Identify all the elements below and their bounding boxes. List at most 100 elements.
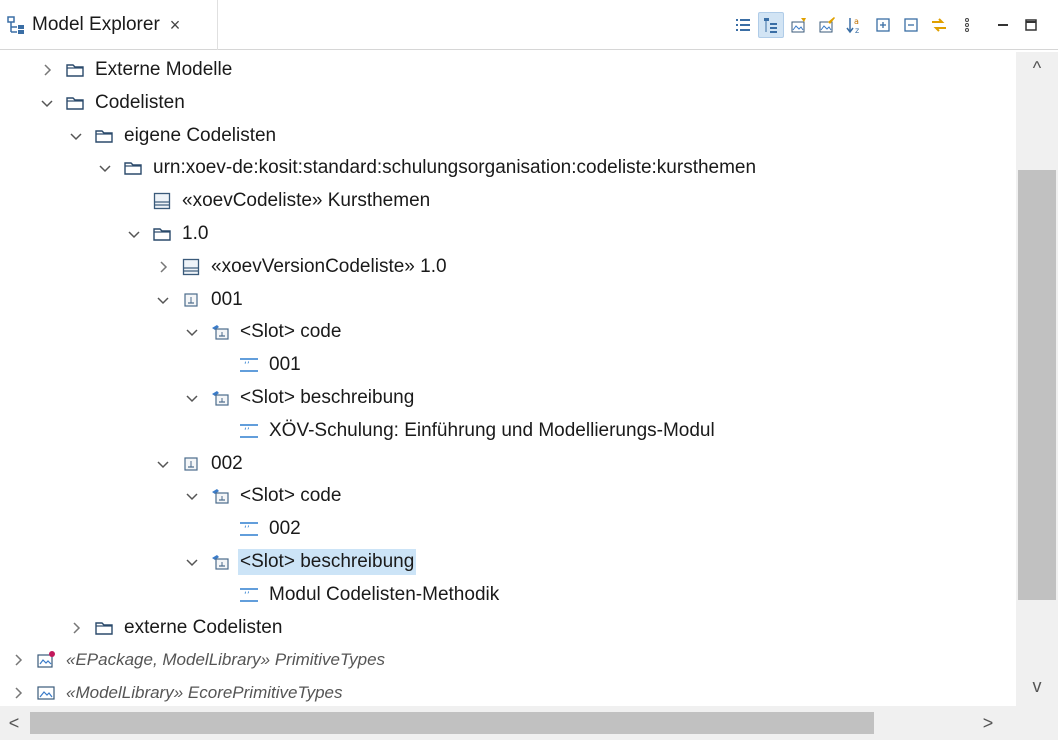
folder-icon (65, 60, 85, 80)
chevron-down-icon[interactable] (126, 226, 142, 242)
folder-icon (152, 224, 172, 244)
tree-item[interactable]: ‘’ XÖV-Schulung: Einführung und Modellier… (213, 415, 717, 447)
filter-edit-icon (818, 16, 836, 34)
collapse-all-button[interactable] (898, 12, 924, 38)
chevron-down-icon[interactable] (184, 488, 200, 504)
svg-text:‘’: ‘’ (244, 591, 250, 601)
tree-item[interactable]: urn:xoev-de:kosit:standard:schulungsorga… (97, 152, 758, 184)
tree-item[interactable]: «ModelLibrary» EcorePrimitiveTypes (10, 677, 345, 706)
horizontal-scroll-thumb[interactable] (30, 712, 874, 734)
show-tree-button[interactable] (758, 12, 784, 38)
tree-item-label: <Slot> beschreibung (240, 387, 415, 408)
chevron-down-icon[interactable] (155, 456, 171, 472)
tree-item-label: 1.0 (182, 223, 209, 244)
tree-item[interactable]: ‘’ 002 (213, 513, 303, 545)
model-tree[interactable]: Externe Modelle Codelisten eigene Codelist… (0, 52, 1016, 706)
scroll-right-icon[interactable]: > (976, 711, 1000, 735)
sort-alphabetically-icon: az (846, 16, 864, 34)
horizontal-scrollbar[interactable]: < > (0, 706, 1016, 740)
sort-alphabetically-button[interactable]: az (842, 12, 868, 38)
tree-item[interactable]: ‘’ 001 (213, 349, 303, 381)
filter-diagrams-icon (790, 16, 808, 34)
maximize-button[interactable] (1018, 12, 1044, 38)
literal-string-icon: ‘’ (239, 519, 259, 539)
minimize-button[interactable] (990, 12, 1016, 38)
tree-item-label: 002 (269, 518, 301, 540)
chevron-right-icon[interactable] (10, 652, 26, 668)
tree-item[interactable]: ‘’ Modul Codelisten-Methodik (213, 579, 501, 611)
minimize-icon (994, 16, 1012, 34)
model-library-icon (36, 683, 56, 703)
chevron-down-icon[interactable] (97, 160, 113, 176)
scroll-left-icon[interactable]: < (2, 711, 26, 735)
tab-model-explorer[interactable]: Model Explorer × (0, 0, 218, 50)
chevron-right-icon[interactable] (39, 62, 55, 78)
tree-item[interactable]: <Slot> beschreibung (184, 382, 416, 414)
view-menu-icon (958, 16, 976, 34)
chevron-down-icon[interactable] (155, 292, 171, 308)
tree-item[interactable]: 1.0 (126, 218, 210, 250)
svg-text:‘’: ‘’ (244, 525, 250, 535)
tree-item[interactable]: externe Codelisten (68, 612, 284, 644)
tree-item[interactable]: 002 (155, 448, 245, 480)
class-icon (181, 257, 201, 277)
link-with-editor-icon (930, 16, 948, 34)
tree-item-label: urn:xoev-de:kosit:standard:schulungsorga… (153, 157, 757, 179)
tab-title: Model Explorer (32, 14, 160, 35)
literal-string-icon: ‘’ (239, 355, 259, 375)
tree-item-label: Externe Modelle (95, 59, 233, 80)
maximize-icon (1022, 16, 1040, 34)
tree-item[interactable]: <Slot> beschreibung (184, 546, 417, 578)
instance-icon (181, 290, 201, 310)
svg-text:‘’: ‘’ (244, 361, 250, 371)
view-tab-bar: Model Explorer × az (0, 0, 1058, 50)
slot-icon (210, 388, 230, 408)
tree-item[interactable]: <Slot> code (184, 316, 343, 348)
tree-item[interactable]: «EPackage, ModelLibrary» PrimitiveTypes (10, 644, 387, 676)
chevron-down-icon[interactable] (39, 95, 55, 111)
chevron-down-icon[interactable] (68, 128, 84, 144)
tree-item[interactable]: «xoevVersionCodeliste» 1.0 (155, 251, 449, 283)
svg-text:z: z (855, 26, 859, 34)
tree-item-label: <Slot> code (240, 321, 342, 343)
tree-item-label: externe Codelisten (124, 616, 283, 638)
tree-item[interactable]: 001 (155, 284, 245, 316)
chevron-right-icon[interactable] (155, 259, 171, 275)
scroll-down-icon[interactable]: v (1025, 674, 1049, 698)
tree-item-label: 001 (269, 354, 301, 376)
scroll-up-icon[interactable]: ^ (1025, 56, 1049, 80)
tree-item[interactable]: eigene Codelisten (68, 120, 278, 152)
slot-icon (210, 552, 230, 572)
chevron-down-icon[interactable] (184, 554, 200, 570)
view-menu-button[interactable] (954, 12, 980, 38)
tree-item-label: 001 (211, 288, 243, 310)
link-with-editor-button[interactable] (926, 12, 952, 38)
tree-item[interactable]: Codelisten (39, 87, 187, 119)
filter-edit-button[interactable] (814, 12, 840, 38)
tree-item-label: <Slot> code (240, 485, 342, 507)
chevron-down-icon[interactable] (184, 390, 200, 406)
tree-item[interactable]: «xoevCodeliste» Kursthemen (126, 185, 432, 217)
tree-item-label: «xoevCodeliste» Kursthemen (182, 190, 431, 212)
chevron-right-icon[interactable] (68, 620, 84, 636)
tree-item[interactable]: <Slot> code (184, 480, 343, 512)
show-tree-icon (762, 16, 780, 34)
show-list-button[interactable] (730, 12, 756, 38)
tree-item[interactable]: Externe Modelle (39, 54, 234, 86)
vertical-scroll-thumb[interactable] (1018, 170, 1056, 600)
svg-text:‘’: ‘’ (244, 427, 250, 437)
chevron-down-icon[interactable] (184, 324, 200, 340)
tree-item-label: «EPackage, ModelLibrary» PrimitiveTypes (66, 650, 386, 670)
tree-item-label: Codelisten (95, 91, 185, 113)
chevron-right-icon[interactable] (10, 685, 26, 701)
epackage-icon (36, 650, 56, 670)
vertical-scrollbar[interactable]: ^ v (1016, 52, 1058, 706)
tree-item-label: «ModelLibrary» EcorePrimitiveTypes (66, 683, 343, 703)
folder-icon (65, 93, 85, 113)
close-icon[interactable]: × (170, 15, 181, 36)
expand-all-button[interactable] (870, 12, 896, 38)
folder-icon (94, 126, 114, 146)
filter-diagrams-button[interactable] (786, 12, 812, 38)
folder-icon (123, 158, 143, 178)
